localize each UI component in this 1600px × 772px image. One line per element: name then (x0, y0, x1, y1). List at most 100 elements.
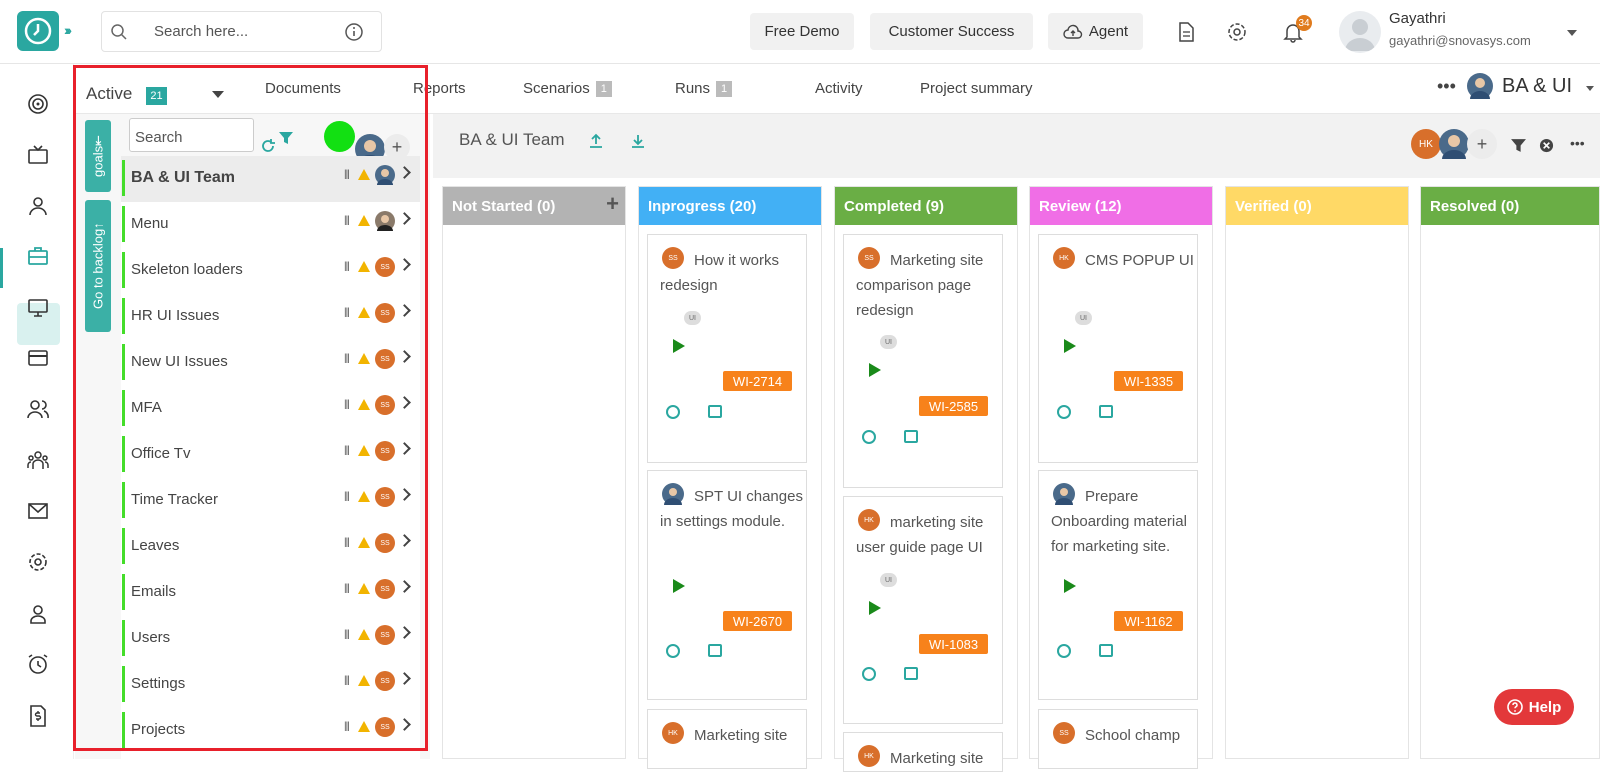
upload-icon[interactable] (588, 133, 604, 149)
more-options-icon[interactable]: ••• (1437, 76, 1456, 97)
work-item-id[interactable]: WI-2670 (723, 611, 792, 631)
document-icon[interactable] (1175, 21, 1197, 43)
user-avatar[interactable] (1339, 11, 1381, 53)
list-item[interactable]: Emails ||| SS (121, 570, 420, 616)
download-icon[interactable] (630, 133, 646, 149)
users-icon[interactable] (26, 397, 50, 421)
calendar-icon[interactable] (1099, 644, 1113, 657)
list-item[interactable]: Time Tracker ||| SS (121, 478, 420, 524)
calendar-icon[interactable] (708, 405, 722, 418)
list-item[interactable]: New UI Issues ||| SS (121, 340, 420, 386)
chevron-right-icon[interactable] (398, 304, 411, 317)
list-item[interactable]: Projects ||| SS (121, 708, 420, 754)
task-card[interactable]: HK CMS POPUP UI UI WI-1335 (1038, 234, 1198, 463)
credit-card-icon[interactable] (26, 346, 50, 370)
refresh-icon[interactable] (260, 138, 276, 154)
chevron-right-icon[interactable] (398, 488, 411, 501)
project-selector[interactable]: BA & UI (1502, 75, 1572, 98)
list-item[interactable]: HR UI Issues ||| SS (121, 294, 420, 340)
tab-runs[interactable]: Runs 1 (675, 80, 733, 98)
tab-activity[interactable]: Activity (815, 80, 863, 97)
calendar-icon[interactable] (904, 430, 918, 443)
chevron-right-icon[interactable] (398, 396, 411, 409)
mail-icon[interactable] (26, 499, 50, 523)
task-card[interactable]: SPT UI changes in settings module. WI-26… (647, 470, 807, 700)
chevron-right-icon[interactable] (398, 626, 411, 639)
goal-search-input[interactable]: Search (129, 118, 254, 152)
chevron-right-icon[interactable] (398, 442, 411, 455)
global-search[interactable]: Search here... (101, 11, 382, 52)
member-avatar[interactable] (1439, 129, 1469, 159)
task-card[interactable]: SS How it works redesign UI WI-2714 (647, 234, 807, 463)
list-item[interactable]: Settings ||| SS (121, 662, 420, 708)
work-item-id[interactable]: WI-1335 (1114, 371, 1183, 391)
play-icon[interactable] (673, 579, 685, 593)
task-card[interactable]: SS Marketing site comparison page redesi… (843, 234, 1003, 488)
target-icon[interactable] (26, 92, 50, 116)
clock-icon[interactable] (1057, 405, 1071, 419)
tab-documents[interactable]: Documents (265, 80, 341, 97)
add-board-member-button[interactable]: + (1467, 129, 1497, 159)
active-dropdown-chevron-down-icon[interactable] (212, 91, 224, 98)
work-item-id[interactable]: WI-1162 (1114, 611, 1183, 631)
list-item[interactable]: BA & UI Team ||| (121, 156, 420, 202)
alarm-clock-icon[interactable] (26, 652, 50, 676)
list-item[interactable]: Skeleton loaders ||| SS (121, 248, 420, 294)
briefcase-icon[interactable] (26, 244, 50, 268)
task-card[interactable]: HK Marketing site (647, 709, 807, 769)
help-button[interactable]: Help (1494, 689, 1574, 725)
list-item[interactable]: Office Tv ||| SS (121, 432, 420, 478)
invoice-dollar-icon[interactable] (26, 704, 50, 728)
user-menu-chevron-down-icon[interactable] (1567, 30, 1577, 36)
info-icon[interactable] (344, 22, 364, 42)
team-icon[interactable] (26, 449, 50, 473)
chevron-right-icon[interactable] (398, 212, 411, 225)
clock-icon[interactable] (666, 405, 680, 419)
task-card[interactable]: SS School champ (1038, 709, 1198, 769)
chevron-right-icon[interactable] (398, 166, 411, 179)
board-more-icon[interactable]: ••• (1570, 135, 1585, 151)
user-icon[interactable] (26, 194, 50, 218)
calendar-icon[interactable] (904, 667, 918, 680)
agent-button[interactable]: Agent (1048, 13, 1143, 50)
clock-icon[interactable] (666, 644, 680, 658)
play-icon[interactable] (869, 601, 881, 615)
app-logo-icon[interactable] (17, 11, 59, 51)
clear-filter-icon[interactable] (1539, 138, 1554, 153)
chevron-right-icon[interactable] (398, 672, 411, 685)
tv-icon[interactable] (26, 143, 50, 167)
chevron-right-icon[interactable] (398, 718, 411, 731)
gear-icon[interactable] (26, 550, 50, 574)
filter-icon[interactable] (278, 130, 294, 146)
search-input[interactable]: Search here... (154, 23, 248, 40)
project-chevron-down-icon[interactable] (1586, 86, 1594, 91)
play-icon[interactable] (1064, 579, 1076, 593)
task-card[interactable]: Prepare Onboarding material for marketin… (1038, 470, 1198, 700)
clock-icon[interactable] (1057, 644, 1071, 658)
play-icon[interactable] (1064, 339, 1076, 353)
list-item[interactable]: Leaves ||| SS (121, 524, 420, 570)
clock-icon[interactable] (862, 430, 876, 444)
chevron-right-icon[interactable] (398, 350, 411, 363)
task-card[interactable]: HK Marketing site (843, 732, 1003, 772)
calendar-icon[interactable] (1099, 405, 1113, 418)
tab-scenarios[interactable]: Scenarios 1 (523, 80, 612, 98)
person-badge-icon[interactable] (26, 602, 50, 626)
settings-gear-icon[interactable] (1226, 21, 1248, 43)
play-icon[interactable] (673, 339, 685, 353)
calendar-icon[interactable] (708, 644, 722, 657)
add-task-button[interactable]: + (606, 191, 619, 217)
free-demo-button[interactable]: Free Demo (750, 13, 854, 50)
active-goals-dropdown[interactable]: Active (86, 84, 132, 104)
chevron-right-icon[interactable] (398, 258, 411, 271)
goals-button[interactable]: goals ⇤ (85, 120, 111, 192)
go-to-backlog-button[interactable]: Go to backlog ↑ (85, 200, 111, 332)
chevron-right-icon[interactable] (398, 534, 411, 547)
list-item[interactable]: Menu ||| (121, 202, 420, 248)
board-filter-icon[interactable] (1510, 137, 1527, 154)
work-item-id[interactable]: WI-2714 (723, 371, 792, 391)
monitor-icon[interactable] (26, 296, 50, 320)
expand-menu-icon[interactable]: ››› (64, 22, 72, 38)
chevron-right-icon[interactable] (398, 580, 411, 593)
member-avatar-hk[interactable]: HK (1411, 129, 1441, 159)
